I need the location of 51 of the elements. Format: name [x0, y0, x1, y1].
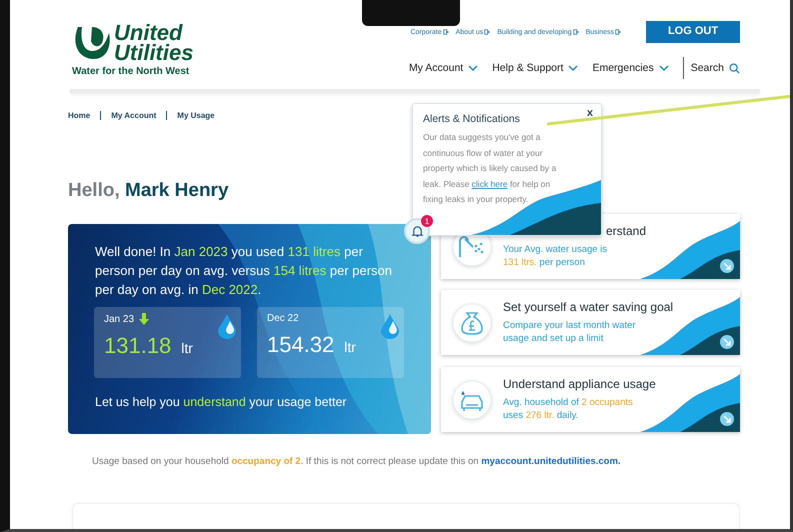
breadcrumb-link[interactable]: Home	[68, 111, 90, 120]
card-text: Compare your last month water usage and set up a limit	[503, 319, 637, 345]
search-icon	[729, 62, 740, 74]
feature-card[interactable]: Set yourself a water saving goal Compare your last month water usage and set up a limit	[441, 290, 740, 355]
water-drop-icon	[217, 313, 237, 339]
chevron-down-icon	[658, 65, 669, 71]
greeting-prefix: Hello,	[68, 180, 120, 201]
water-drop-icon	[380, 313, 400, 339]
car-icon	[452, 380, 492, 420]
external-link-icon	[615, 29, 621, 35]
alert-message: Our data suggests you've got a continuous flow of water at your property which is likely caused by a leak. Please click here for help on fixing leaks in your property.	[423, 131, 558, 206]
nav-menu-item[interactable]: Emergencies	[592, 62, 669, 74]
user-name: Mark Henry	[125, 180, 229, 201]
popup-title: Alerts & Notifications	[423, 113, 520, 125]
nav-menu-item[interactable]: Help & Support	[492, 62, 578, 74]
card-text: Avg. household of 2 occupants uses 276 ltr. daily.	[503, 396, 634, 422]
feature-card[interactable]: Understand appliance usage Avg. household of 2 occupants uses 276 ltr. daily.	[441, 367, 740, 432]
usage-unit: ltr	[344, 339, 356, 355]
close-button[interactable]: x	[584, 108, 595, 119]
external-link-icon	[484, 29, 490, 35]
arrow-icon[interactable]	[720, 335, 734, 349]
account-link[interactable]: myaccount.unitedutilities.com.	[481, 456, 621, 467]
period-label: Dec 22	[267, 313, 299, 324]
period-label: Jan 23	[104, 314, 134, 324]
breadcrumb-link[interactable]: My Account	[100, 111, 156, 120]
bell-icon	[410, 224, 424, 238]
card-text: Your Avg. water usage is 131 ltrs. per person	[503, 243, 608, 269]
external-link-icon	[572, 29, 579, 35]
money-bag-icon	[452, 302, 492, 342]
usage-value: 154.32	[267, 332, 334, 358]
arrow-icon[interactable]	[720, 259, 734, 273]
logout-button[interactable]: LOG OUT	[646, 21, 740, 43]
logo-name: Utilities	[114, 43, 194, 63]
external-link-icon	[442, 29, 449, 35]
card-title: erstand	[606, 224, 646, 238]
search-link[interactable]: Search	[682, 57, 740, 79]
card-title: Set yourself a water saving goal	[503, 300, 674, 314]
nav-menu-item[interactable]: My Account	[408, 62, 478, 74]
usage-value: 131.18	[104, 333, 172, 359]
chevron-down-icon	[568, 65, 578, 71]
usage-unit: ltr	[181, 340, 193, 356]
arrow-icon[interactable]	[720, 412, 734, 426]
occupancy-note: Usage based on your household occupancy of 2. If this is not correct please update this on myaccount.unitedutilities.com.	[92, 456, 622, 467]
logo-name: United	[114, 23, 183, 43]
chevron-down-icon	[468, 65, 478, 71]
notification-button[interactable]: 1	[404, 218, 430, 244]
card-title: Understand appliance usage	[503, 377, 656, 391]
breadcrumb-link[interactable]: My Usage	[166, 111, 215, 120]
logo-tagline: Water for the North West	[72, 66, 190, 77]
usage-help-text: Let us help you understand your usage better	[95, 395, 348, 409]
usage-summary-text: Well done! In Jan 2023 you used 131 litres per person per day on avg. versus 154 litres per person per day on avg. in Dec 2022.	[95, 243, 394, 299]
